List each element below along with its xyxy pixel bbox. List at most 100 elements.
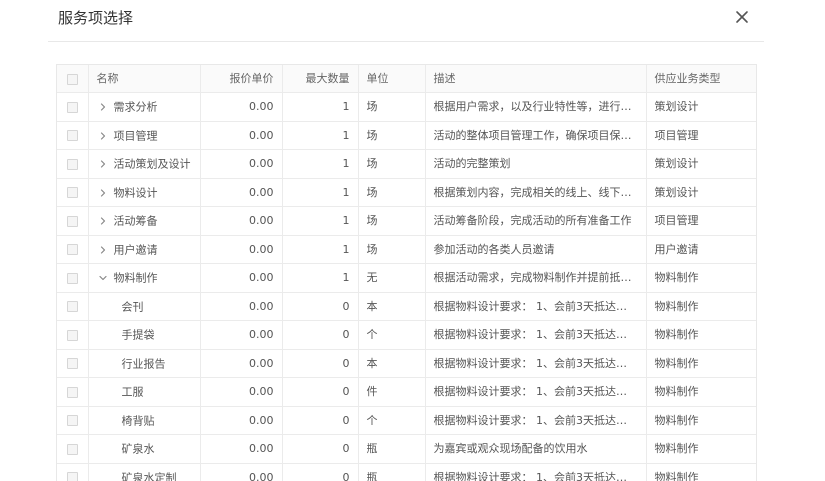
row-checkbox[interactable] xyxy=(67,216,78,227)
cell-supply-type: 物料制作 xyxy=(646,349,756,378)
cell-unit: 场 xyxy=(358,235,425,264)
row-checkbox[interactable] xyxy=(67,301,78,312)
cell-description: 根据用户需求，以及行业特性等，进行需... xyxy=(425,93,646,122)
cell-name: 椅背贴 xyxy=(88,406,200,435)
chevron-right-icon[interactable] xyxy=(97,158,109,170)
table-row[interactable]: 活动筹备0.001场活动筹备阶段，完成活动的所有准备工作项目管理 xyxy=(57,207,756,236)
cell-price: 0.00 xyxy=(200,463,282,481)
row-select-cell xyxy=(57,349,88,378)
row-checkbox[interactable] xyxy=(67,244,78,255)
cell-price: 0.00 xyxy=(200,235,282,264)
cell-max-qty: 1 xyxy=(282,235,358,264)
cell-name: 矿泉水定制 xyxy=(88,463,200,481)
cell-description: 参加活动的各类人员邀请 xyxy=(425,235,646,264)
row-select-cell xyxy=(57,406,88,435)
row-name-text: 物料设计 xyxy=(114,186,158,199)
table-row[interactable]: 用户邀请0.001场参加活动的各类人员邀请用户邀请 xyxy=(57,235,756,264)
cell-name: 行业报告 xyxy=(88,349,200,378)
close-button[interactable] xyxy=(733,8,751,26)
cell-max-qty: 0 xyxy=(282,463,358,481)
table-row[interactable]: 项目管理0.001场活动的整体项目管理工作，确保项目保质...项目管理 xyxy=(57,121,756,150)
service-selection-dialog: 服务项选择 名称 xyxy=(0,0,825,480)
select-all-cell xyxy=(57,65,88,93)
table-row[interactable]: 矿泉水定制0.000瓶根据物料设计要求： 1、会前3天抵达指定...物料制作 xyxy=(57,463,756,481)
cell-max-qty: 1 xyxy=(282,264,358,293)
column-header-name[interactable]: 名称 xyxy=(88,65,200,93)
row-name-text: 会刊 xyxy=(122,300,144,313)
row-checkbox[interactable] xyxy=(67,130,78,141)
row-checkbox[interactable] xyxy=(67,358,78,369)
chevron-right-icon[interactable] xyxy=(97,244,109,256)
cell-price: 0.00 xyxy=(200,292,282,321)
cell-supply-type: 物料制作 xyxy=(646,463,756,481)
cell-unit: 场 xyxy=(358,207,425,236)
column-header-description[interactable]: 描述 xyxy=(425,65,646,93)
row-checkbox[interactable] xyxy=(67,159,78,170)
column-header-supply-type[interactable]: 供应业务类型 xyxy=(646,65,756,93)
chevron-right-icon[interactable] xyxy=(97,101,109,113)
row-checkbox[interactable] xyxy=(67,330,78,341)
table-row[interactable]: 会刊0.000本根据物料设计要求： 1、会前3天抵达指定...物料制作 xyxy=(57,292,756,321)
cell-supply-type: 物料制作 xyxy=(646,406,756,435)
table-row[interactable]: 活动策划及设计0.001场活动的完整策划策划设计 xyxy=(57,150,756,179)
cell-max-qty: 0 xyxy=(282,349,358,378)
table-row[interactable]: 物料制作0.001无根据活动需求，完成物料制作并提前抵达...物料制作 xyxy=(57,264,756,293)
cell-name: 会刊 xyxy=(88,292,200,321)
close-icon xyxy=(733,8,751,26)
row-name-text: 物料制作 xyxy=(114,272,158,285)
cell-description: 为嘉宾或观众现场配备的饮用水 xyxy=(425,435,646,464)
cell-max-qty: 1 xyxy=(282,207,358,236)
row-name-text: 椅背贴 xyxy=(122,414,155,427)
cell-name: 活动筹备 xyxy=(88,207,200,236)
cell-price: 0.00 xyxy=(200,150,282,179)
cell-price: 0.00 xyxy=(200,264,282,293)
row-select-cell xyxy=(57,321,88,350)
chevron-right-icon[interactable] xyxy=(97,215,109,227)
row-checkbox[interactable] xyxy=(67,444,78,455)
table-row[interactable]: 需求分析0.001场根据用户需求，以及行业特性等，进行需...策划设计 xyxy=(57,93,756,122)
header-divider xyxy=(48,41,764,42)
cell-name: 活动策划及设计 xyxy=(88,150,200,179)
cell-price: 0.00 xyxy=(200,178,282,207)
cell-price: 0.00 xyxy=(200,349,282,378)
row-select-cell xyxy=(57,235,88,264)
row-name-text: 用户邀请 xyxy=(114,243,158,256)
chevron-right-icon[interactable] xyxy=(97,187,109,199)
cell-description: 根据物料设计要求： 1、会前3天抵达指定... xyxy=(425,292,646,321)
cell-name: 物料制作 xyxy=(88,264,200,293)
row-checkbox[interactable] xyxy=(67,387,78,398)
cell-max-qty: 0 xyxy=(282,378,358,407)
table-row[interactable]: 手提袋0.000个根据物料设计要求： 1、会前3天抵达指定...物料制作 xyxy=(57,321,756,350)
table-row[interactable]: 行业报告0.000本根据物料设计要求： 1、会前3天抵达指定...物料制作 xyxy=(57,349,756,378)
table-row[interactable]: 矿泉水0.000瓶为嘉宾或观众现场配备的饮用水物料制作 xyxy=(57,435,756,464)
cell-unit: 场 xyxy=(358,150,425,179)
row-name-text: 活动筹备 xyxy=(114,215,158,228)
column-header-price[interactable]: 报价单价 xyxy=(200,65,282,93)
column-header-max-qty[interactable]: 最大数量 xyxy=(282,65,358,93)
table-row[interactable]: 物料设计0.001场根据策划内容，完成相关的线上、线下物...策划设计 xyxy=(57,178,756,207)
column-header-unit[interactable]: 单位 xyxy=(358,65,425,93)
chevron-down-icon[interactable] xyxy=(97,272,109,284)
cell-max-qty: 0 xyxy=(282,406,358,435)
table-row[interactable]: 椅背贴0.000个根据物料设计要求： 1、会前3天抵达指定...物料制作 xyxy=(57,406,756,435)
cell-price: 0.00 xyxy=(200,121,282,150)
chevron-right-icon[interactable] xyxy=(97,130,109,142)
row-checkbox[interactable] xyxy=(67,273,78,284)
row-checkbox[interactable] xyxy=(67,102,78,113)
row-select-cell xyxy=(57,264,88,293)
cell-price: 0.00 xyxy=(200,321,282,350)
row-checkbox[interactable] xyxy=(67,415,78,426)
cell-max-qty: 0 xyxy=(282,321,358,350)
cell-unit: 本 xyxy=(358,349,425,378)
cell-unit: 瓶 xyxy=(358,435,425,464)
cell-unit: 个 xyxy=(358,406,425,435)
cell-price: 0.00 xyxy=(200,378,282,407)
row-name-text: 项目管理 xyxy=(114,129,158,142)
table-row[interactable]: 工服0.000件根据物料设计要求： 1、会前3天抵达指定...物料制作 xyxy=(57,378,756,407)
table-body: 需求分析0.001场根据用户需求，以及行业特性等，进行需...策划设计项目管理 0… xyxy=(57,93,756,481)
row-checkbox[interactable] xyxy=(67,187,78,198)
row-name-text: 手提袋 xyxy=(122,329,155,342)
cell-unit: 瓶 xyxy=(358,463,425,481)
cell-supply-type: 物料制作 xyxy=(646,435,756,464)
select-all-checkbox[interactable] xyxy=(67,74,78,85)
